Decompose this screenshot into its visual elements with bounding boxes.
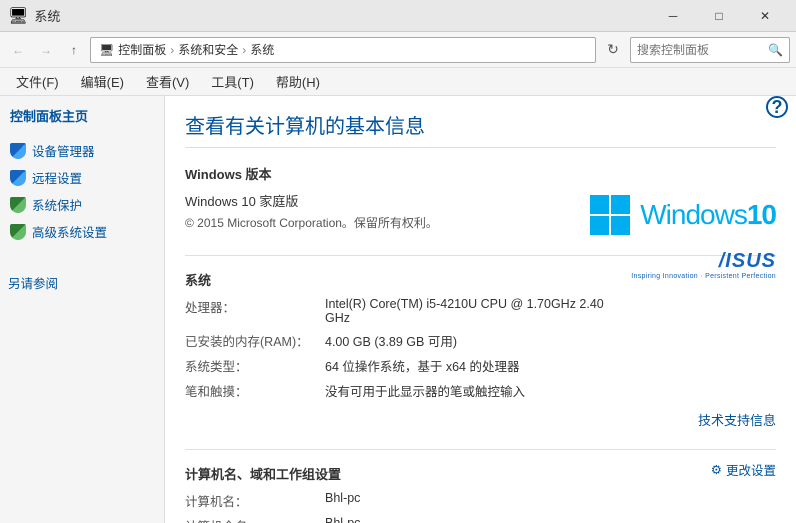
addressbar: ← → ↑ 🖥 控制面板 › 系统和安全 › 系统 ↻ 🔍: [0, 32, 796, 68]
menu-view[interactable]: 查看(V): [136, 69, 199, 94]
grid-bl: [590, 216, 609, 235]
system-row-type: 系统类型： 64 位操作系统，基于 x64 的处理器: [185, 356, 616, 375]
sidebar-item-device-manager[interactable]: 设备管理器: [8, 137, 156, 164]
shield-icon-3: [10, 197, 26, 213]
refresh-button[interactable]: ↻: [600, 37, 626, 63]
system-row-pen: 笔和触摸： 没有可用于此显示器的笔或触控输入: [185, 381, 616, 400]
system-section: 系统 处理器： Intel(R) Core(TM) i5-4210U CPU @…: [185, 270, 776, 429]
grid-br: [611, 216, 630, 235]
breadcrumb-part-2: 系统和安全: [178, 41, 238, 58]
breadcrumb-sep-1: ›: [170, 43, 174, 57]
comp-name-value: Bhl-pc: [325, 491, 776, 510]
menu-file[interactable]: 文件(F): [6, 69, 69, 94]
menu-edit[interactable]: 编辑(E): [71, 69, 134, 94]
sidebar-label-remote: 远程设置: [32, 168, 82, 187]
windows-grid-icon: [590, 195, 630, 235]
system-row-cpu: 处理器： Intel(R) Core(TM) i5-4210U CPU @ 1.…: [185, 297, 616, 325]
sidebar-label-advanced: 高级系统设置: [32, 222, 107, 241]
grid-tl: [590, 195, 609, 214]
up-button[interactable]: ↑: [62, 38, 86, 62]
system-row-ram: 已安装的内存(RAM)： 4.00 GB (3.89 GB 可用): [185, 331, 616, 350]
comp-fullname-value: Bhl-pc: [325, 516, 776, 523]
sidebar-item-protection[interactable]: 系统保护: [8, 191, 156, 218]
type-label: 系统类型：: [185, 356, 325, 375]
change-settings-label: 更改设置: [726, 460, 776, 479]
search-input[interactable]: [637, 43, 764, 57]
shield-icon-2: [10, 170, 26, 186]
change-settings-link[interactable]: ⚙ 更改设置: [711, 460, 776, 479]
type-value: 64 位操作系统，基于 x64 的处理器: [325, 356, 616, 375]
close-button[interactable]: ✕: [742, 0, 788, 32]
windows-version-title: Windows 版本: [185, 164, 776, 183]
edition-name: Windows 10 家庭版: [185, 191, 550, 210]
address-field[interactable]: 🖥 控制面板 › 系统和安全 › 系统: [90, 37, 596, 63]
sidebar: 控制面板主页 设备管理器 远程设置 系统保护: [0, 96, 165, 523]
menu-help[interactable]: 帮助(H): [266, 69, 330, 94]
system-section-title: 系统: [185, 270, 616, 289]
computer-row-fullname: 计算机全名： Bhl-pc: [185, 516, 776, 523]
pen-label: 笔和触摸：: [185, 381, 325, 400]
sidebar-bottom: 另请参阅: [8, 265, 156, 292]
computer-info-table: 计算机名： Bhl-pc 计算机全名： Bhl-pc 计算机描述： 工作组： W…: [185, 491, 776, 523]
sidebar-label-protection: 系统保护: [32, 195, 82, 214]
windows10-text: Windows10: [640, 199, 776, 231]
tech-support-link[interactable]: 技术支持信息: [698, 413, 776, 428]
windows-version-block: Windows 10 家庭版 © 2015 Microsoft Corporat…: [185, 191, 776, 235]
cpu-label: 处理器：: [185, 297, 325, 325]
menu-tools[interactable]: 工具(T): [201, 69, 264, 94]
pen-value: 没有可用于此显示器的笔或触控输入: [325, 381, 616, 400]
copyright: © 2015 Microsoft Corporation。保留所有权利。: [185, 214, 550, 231]
back-button[interactable]: ←: [6, 38, 30, 62]
titlebar-icon: 🖥: [8, 6, 28, 26]
maximize-button[interactable]: □: [696, 0, 742, 32]
computer-row-name: 计算机名： Bhl-pc: [185, 491, 776, 510]
ram-label: 已安装的内存(RAM)：: [185, 331, 325, 350]
breadcrumb-sep-2: ›: [242, 43, 246, 57]
page-heading: 查看有关计算机的基本信息: [185, 110, 776, 148]
gear-icon: ⚙: [711, 462, 722, 477]
shield-icon-1: [10, 143, 26, 159]
ram-value: 4.00 GB (3.89 GB 可用): [325, 331, 616, 350]
system-info-table: 处理器： Intel(R) Core(TM) i5-4210U CPU @ 1.…: [185, 297, 616, 400]
cpu-value: Intel(R) Core(TM) i5-4210U CPU @ 1.70GHz…: [325, 297, 616, 325]
search-field[interactable]: 🔍: [630, 37, 790, 63]
breadcrumb-part-1: 控制面板: [118, 41, 166, 58]
titlebar: 🖥 系统 ─ □ ✕: [0, 0, 796, 32]
minimize-button[interactable]: ─: [650, 0, 696, 32]
windows10-logo: Windows10: [590, 195, 776, 235]
sidebar-label-device-manager: 设备管理器: [32, 141, 95, 160]
content-area: ? 查看有关计算机的基本信息 Windows 版本 Windows 10 家庭版…: [165, 96, 796, 523]
asus-branding: /ISUS Inspiring Innovation · Persistent …: [616, 270, 776, 281]
sidebar-title: 控制面板主页: [8, 106, 156, 125]
asus-logo: /ISUS: [616, 250, 776, 273]
sidebar-item-remote[interactable]: 远程设置: [8, 164, 156, 191]
shield-icon-4: [10, 224, 26, 240]
grid-tr: [611, 195, 630, 214]
menubar: 文件(F) 编辑(E) 查看(V) 工具(T) 帮助(H): [0, 68, 796, 96]
breadcrumb-part-3: 系统: [250, 41, 274, 58]
computer-section: 计算机名、域和工作组设置 ⚙ 更改设置 计算机名： Bhl-pc 计算机全名： …: [185, 464, 776, 523]
version-text: Windows 10 家庭版 © 2015 Microsoft Corporat…: [185, 191, 550, 231]
forward-button[interactable]: →: [34, 38, 58, 62]
comp-name-label: 计算机名：: [185, 491, 325, 510]
computer-section-title: 计算机名、域和工作组设置: [185, 464, 341, 483]
main-layout: 控制面板主页 设备管理器 远程设置 系统保护: [0, 96, 796, 523]
titlebar-title: 系统: [34, 6, 60, 25]
asus-tagline: Inspiring Innovation · Persistent Perfec…: [616, 273, 776, 281]
sidebar-item-advanced[interactable]: 高级系统设置: [8, 218, 156, 245]
search-icon: 🔍: [768, 43, 783, 57]
help-button[interactable]: ?: [766, 96, 788, 118]
divider-2: [185, 449, 776, 450]
windows-version-section: Windows 版本 Windows 10 家庭版 © 2015 Microso…: [185, 164, 776, 235]
computer-icon: 🖥: [99, 43, 114, 57]
sidebar-see-also[interactable]: 另请参阅: [8, 273, 156, 292]
comp-fullname-label: 计算机全名：: [185, 516, 325, 523]
window-controls: ─ □ ✕: [650, 0, 788, 32]
